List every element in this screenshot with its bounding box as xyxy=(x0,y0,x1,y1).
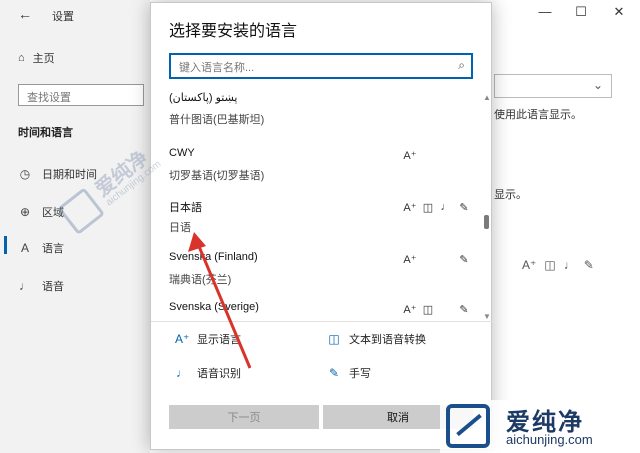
watermark-corner: 爱纯净 aichunjing.com xyxy=(440,400,640,453)
clock-icon: ◷ xyxy=(19,167,31,181)
globe-icon: ⊕ xyxy=(19,205,31,219)
home-icon: ⌂ xyxy=(18,52,25,64)
language-list-scrollbar[interactable]: ▲ ▼ xyxy=(481,93,493,321)
language-native-name: پښتو (پاکستان) xyxy=(169,92,238,104)
window-title: 设置 xyxy=(52,11,74,23)
language-list: پښتو (پاکستان) 普什图语(巴基斯坦) CWY 切罗基语(切罗基语)… xyxy=(151,91,493,321)
scroll-up-icon[interactable]: ▲ xyxy=(483,93,491,102)
legend-label: 显示语言 xyxy=(197,334,241,346)
section-title: 时间和语言 xyxy=(18,127,73,139)
display-language-icon: A⁺ xyxy=(175,332,190,346)
maximize-button[interactable]: ☐ xyxy=(566,4,596,20)
text-to-speech-icon: ◫ xyxy=(422,304,434,316)
microphone-icon: ♩ xyxy=(176,366,188,380)
back-arrow-icon[interactable]: ← xyxy=(18,6,32,22)
text-to-speech-icon: ◫ xyxy=(544,258,556,272)
search-icon: ⌕ xyxy=(458,58,465,72)
language-native-name: Svenska (Finland) xyxy=(169,251,258,263)
close-button[interactable]: ✕ xyxy=(604,4,634,20)
legend-handwriting: ✎ 手写 xyxy=(327,365,371,381)
handwriting-icon: ✎ xyxy=(583,258,594,272)
home-link[interactable]: ⌂ 主页 xyxy=(18,50,55,66)
legend-label: 文本到语音转换 xyxy=(349,334,426,346)
handwriting-icon: ✎ xyxy=(459,304,469,316)
language-search-input[interactable]: 键入语言名称... ⌕ xyxy=(169,53,473,79)
display-language-dropdown[interactable]: ⌄ xyxy=(494,74,612,98)
region-text: 显示。 xyxy=(494,189,527,201)
watermark-url: aichunjing.com xyxy=(506,432,593,447)
language-item[interactable]: CWY 切罗基语(切罗基语) A⁺ xyxy=(151,143,481,195)
language-item[interactable]: پښتو (پاکستان) 普什图语(巴基斯坦) xyxy=(151,91,481,137)
scrollbar-thumb[interactable] xyxy=(484,215,489,229)
legend-speech-recognition: ♩ 语音识别 xyxy=(175,365,241,381)
text-to-speech-icon: ◫ xyxy=(422,202,434,214)
legend-display-language: A⁺ 显示语言 xyxy=(175,331,241,347)
home-label: 主页 xyxy=(32,53,55,65)
handwriting-icon: ✎ xyxy=(459,202,469,214)
language-item[interactable]: 日本語 日语 A⁺ ◫ ♩ ✎ xyxy=(151,195,481,247)
feature-icons-row: A⁺ ◫ ♩ ✎ xyxy=(522,258,594,272)
text-to-speech-icon: ◫ xyxy=(328,332,340,346)
display-language-icon: A⁺ xyxy=(403,150,417,162)
display-language-icon: A⁺ xyxy=(403,202,417,214)
language-native-name: CWY xyxy=(169,147,195,159)
legend-text-to-speech: ◫ 文本到语音转换 xyxy=(327,331,426,347)
watermark-logo-icon xyxy=(446,404,490,448)
scroll-down-icon[interactable]: ▼ xyxy=(483,312,491,321)
minimize-button[interactable]: — xyxy=(530,4,560,19)
language-localized-name: 瑞典语(芬兰) xyxy=(169,274,232,286)
handwriting-icon: ✎ xyxy=(328,366,340,380)
settings-search-input[interactable]: 查找设置 xyxy=(18,84,144,106)
next-button[interactable]: 下一页 xyxy=(169,405,319,429)
nav-item-label: 语言 xyxy=(42,243,64,255)
active-indicator xyxy=(4,236,7,254)
language-native-name: Svenska (Sverige) xyxy=(169,301,259,313)
language-icon: A xyxy=(20,241,29,255)
install-language-dialog: 选择要安装的语言 键入语言名称... ⌕ پښتو (پاکستان) 普什图语… xyxy=(150,2,493,450)
microphone-icon: ♩ xyxy=(19,279,31,293)
dialog-title: 选择要安装的语言 xyxy=(169,23,298,40)
divider xyxy=(151,321,493,322)
chevron-down-icon: ⌄ xyxy=(592,78,603,92)
language-item[interactable]: Svenska (Sverige) A⁺ ◫ ✎ xyxy=(151,299,481,321)
display-language-icon: A⁺ xyxy=(522,258,537,272)
language-localized-name: 普什图语(巴基斯坦) xyxy=(169,114,265,126)
microphone-icon: ♩ xyxy=(563,258,576,272)
legend-label: 手写 xyxy=(349,368,371,380)
nav-item-language[interactable]: A 语言 xyxy=(18,240,64,256)
legend-label: 语音识别 xyxy=(197,368,241,380)
nav-item-label: 语音 xyxy=(42,281,64,293)
nav-item-speech[interactable]: ♩ 语音 xyxy=(18,278,64,294)
display-language-icon: A⁺ xyxy=(403,254,417,266)
language-localized-name: 日语 xyxy=(169,222,191,234)
language-item[interactable]: Svenska (Finland) 瑞典语(芬兰) A⁺ ✎ xyxy=(151,247,481,299)
display-language-icon: A⁺ xyxy=(403,304,417,316)
handwriting-icon: ✎ xyxy=(459,254,469,266)
search-placeholder: 键入语言名称... xyxy=(179,62,255,74)
microphone-icon: ♩ xyxy=(440,201,452,213)
display-language-text: 使用此语言显示。 xyxy=(494,109,582,121)
